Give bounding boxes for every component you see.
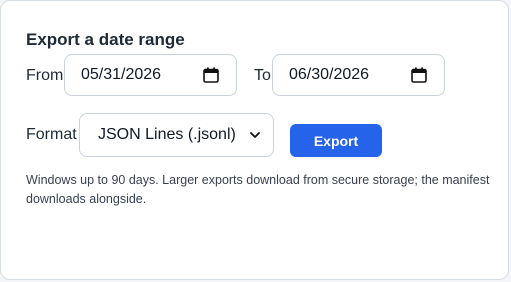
export-card: Export a date range From 05/31/2026 To 0… [0, 0, 509, 280]
calendar-icon[interactable] [202, 66, 220, 84]
format-label: Format [26, 126, 77, 143]
help-note: Windows up to 90 days. Larger exports do… [26, 173, 490, 206]
to-date-value: 06/30/2026 [289, 66, 370, 83]
to-label: To [254, 67, 271, 84]
export-button[interactable]: Export [290, 124, 382, 157]
to-date-input[interactable]: 06/30/2026 [272, 54, 445, 96]
from-date-input[interactable]: 05/31/2026 [64, 54, 237, 96]
chevron-down-icon [250, 132, 260, 138]
calendar-icon[interactable] [410, 66, 428, 84]
card-title: Export a date range [26, 30, 185, 49]
format-selected-value: JSON Lines (.jsonl) [98, 126, 236, 143]
from-date-value: 05/31/2026 [81, 66, 162, 83]
from-label: From [26, 67, 64, 84]
format-select[interactable]: JSON Lines (.jsonl) [79, 113, 274, 157]
